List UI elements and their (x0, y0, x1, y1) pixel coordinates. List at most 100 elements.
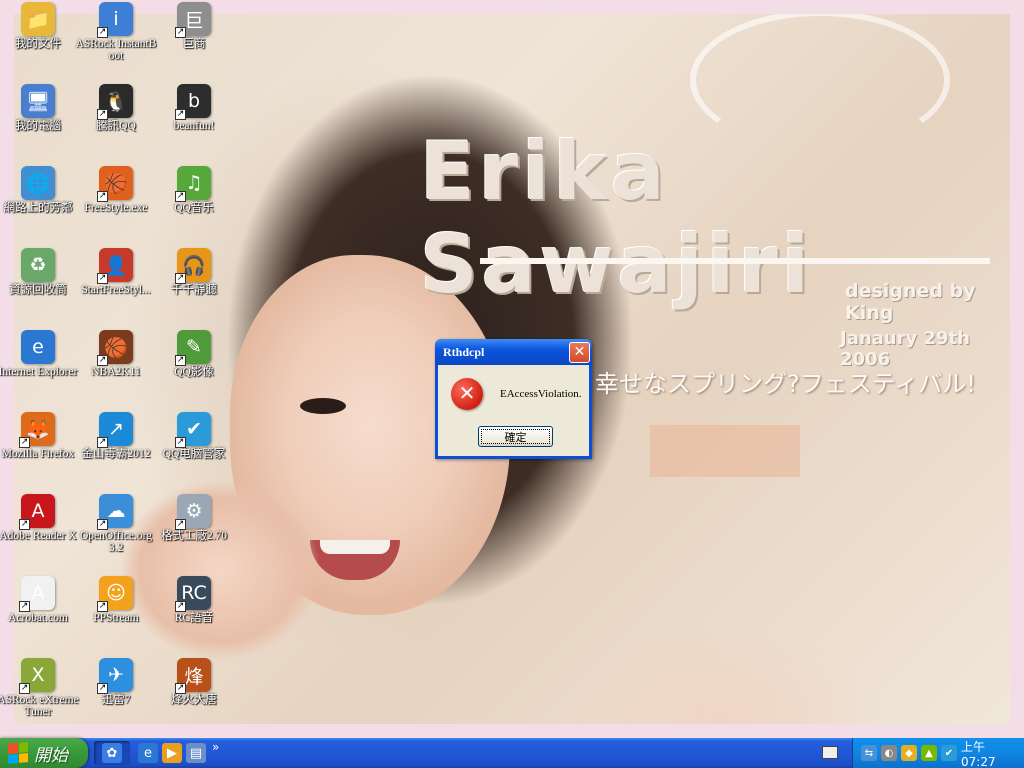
shortcut-arrow-icon: ↗ (19, 683, 30, 694)
desktop-icon[interactable]: 🏀 ↗ NBA2K11 (75, 330, 157, 378)
desktop-icon[interactable]: 🖥 我的電腦 (0, 84, 79, 132)
chevron-more-icon[interactable]: » (212, 740, 219, 754)
wallpaper-eye (300, 398, 346, 414)
shortcut-arrow-icon: ↗ (97, 519, 108, 530)
internet-explorer-quick-icon[interactable]: e (138, 743, 158, 763)
desktop-icon[interactable]: ♫ ↗ QQ音乐 (153, 166, 235, 214)
desktop-icon-label: 巨商 (182, 38, 206, 50)
shortcut-arrow-icon: ↗ (175, 109, 186, 120)
acrobat-com-icon: A ↗ (19, 576, 55, 612)
desktop-icon[interactable]: X ↗ ASRock eXtreme Tuner (0, 658, 79, 718)
show-desktop-icon[interactable]: ▤ (186, 743, 206, 763)
desktop-icon[interactable]: RC ↗ RC語音 (153, 576, 235, 624)
shortcut-arrow-icon: ↗ (19, 437, 30, 448)
basketball-icon: 🏀 ↗ (97, 166, 133, 202)
wallpaper-credit: designed by King (845, 280, 976, 324)
desktop-icon[interactable]: ⚙ ↗ 格式工廠2.70 (153, 494, 235, 542)
error-dialog[interactable]: Rthdcpl ✕ ✕ EAccessViolation. 確定 (435, 339, 592, 459)
desktop-icon[interactable]: ☺ ↗ PPStream (75, 576, 157, 624)
desktop-icon[interactable]: 🏀 ↗ FreeStyle.exe (75, 166, 157, 214)
shortcut-arrow-icon: ↗ (97, 355, 108, 366)
desktop-icon[interactable]: 巨 ↗ 巨商 (153, 2, 235, 50)
thunder-bird-icon: ✈ ↗ (97, 658, 133, 694)
nvidia-tray-icon[interactable]: ▲ (921, 745, 937, 761)
desktop[interactable]: Erika Sawajiri designed by King Janaury … (0, 0, 1024, 738)
qq-manager-tray-icon[interactable]: ✔ (941, 745, 957, 761)
rc-voice-icon: RC ↗ (175, 576, 211, 612)
windows-media-center-icon[interactable]: ✿ (102, 743, 122, 763)
shortcut-arrow-icon: ↗ (97, 437, 108, 448)
desktop-icon[interactable]: 🦊 ↗ Mozilla Firefox (0, 412, 79, 460)
desktop-icon-label: OpenOffice.org 3.2 (79, 530, 153, 554)
desktop-icon-label: NBA2K11 (91, 366, 141, 378)
start-button[interactable]: 開始 (0, 738, 88, 768)
desktop-icon-label: Adobe Reader X (0, 530, 77, 542)
security-shield-tray-icon[interactable]: ◆ (901, 745, 917, 761)
shortcut-arrow-icon: ↗ (175, 191, 186, 202)
dialog-title: Rthdcpl (443, 344, 485, 359)
desktop-icon-label: 資源回收筒 (9, 284, 67, 296)
ttplayer-icon: 🎧 ↗ (175, 248, 211, 284)
desktop-icon[interactable]: ✎ ↗ QQ影像 (153, 330, 235, 378)
desktop-icon[interactable]: 🎧 ↗ 千千靜聽 (153, 248, 235, 296)
qq-music-icon: ♫ ↗ (175, 166, 211, 202)
jushang-icon: 巨 ↗ (175, 2, 211, 38)
close-icon[interactable]: ✕ (569, 341, 590, 363)
desktop-icon[interactable]: ↗ ↗ 金山毒霸2012 (75, 412, 157, 460)
desktop-icon-label: Internet Explorer (0, 366, 78, 378)
shortcut-arrow-icon: ↗ (175, 437, 186, 448)
network-places-icon: 🌐 (21, 166, 55, 200)
shortcut-arrow-icon: ↗ (175, 683, 186, 694)
desktop-icon-label: 金山毒霸2012 (81, 448, 151, 460)
ok-button[interactable]: 確定 (478, 426, 553, 447)
desktop-icon[interactable]: e Internet Explorer (0, 330, 79, 378)
desktop-icon[interactable]: A ↗ Acrobat.com (0, 576, 79, 624)
my-documents-icon: 📁 (21, 2, 55, 36)
desktop-icon[interactable]: ♻ 資源回收筒 (0, 248, 79, 296)
network-tray-icon[interactable]: ⇆ (861, 745, 877, 761)
desktop-icon[interactable]: b ↗ beanfun! (153, 84, 235, 132)
desktop-icon[interactable]: ☁ ↗ OpenOffice.org 3.2 (75, 494, 157, 554)
desktop-icon[interactable]: A ↗ Adobe Reader X (0, 494, 79, 542)
windows-media-player-icon[interactable]: ▶ (162, 743, 182, 763)
desktop-icon[interactable]: 烽 ↗ 烽火大唐 (153, 658, 235, 706)
desktop-icon-label: ASRock eXtreme Tuner (0, 694, 79, 718)
shortcut-arrow-icon: ↗ (97, 601, 108, 612)
windows-logo-icon (8, 741, 28, 765)
nba2k11-icon: 🏀 ↗ (97, 330, 133, 366)
desktop-icon-label: 迅雷7 (101, 694, 131, 706)
openoffice-icon: ☁ ↗ (97, 494, 133, 530)
desktop-icon-label: QQ电脑管家 (162, 448, 226, 460)
desktop-icon-label: Acrobat.com (8, 612, 68, 624)
desktop-icon-label: Mozilla Firefox (1, 448, 75, 460)
asrock-tuner-icon: X ↗ (19, 658, 55, 694)
wallpaper-japanese-text: 幸せなスプリング?フェスティバル! (595, 370, 976, 398)
beanfun-icon: b ↗ (175, 84, 211, 120)
my-computer-icon: 🖥 (21, 84, 55, 118)
shortcut-arrow-icon: ↗ (97, 683, 108, 694)
desktop-icon[interactable]: i ↗ ASRock InstantBoot (75, 2, 157, 62)
volume-tray-icon[interactable]: ◐ (881, 745, 897, 761)
desktop-icon-label: 格式工廠2.70 (160, 530, 228, 542)
desktop-icon[interactable]: 🐧 ↗ 騰訊QQ (75, 84, 157, 132)
desktop-icon[interactable]: 📁 我的文件 (0, 2, 79, 50)
desktop-icon-label: RC語音 (174, 612, 214, 624)
shortcut-arrow-icon: ↗ (175, 519, 186, 530)
clock[interactable]: 上午 07:27 (961, 738, 1012, 768)
system-tray: ⇆ ◐ ◆ ▲ ✔ 上午 07:27 (852, 738, 1024, 768)
desktop-icon[interactable]: 🌐 網路上的芳鄰 (0, 166, 79, 214)
desktop-icon-label: FreeStyle.exe (84, 202, 148, 214)
dialog-titlebar[interactable]: Rthdcpl ✕ (435, 339, 592, 365)
desktop-icon-label: StartFreeStyl... (81, 284, 151, 296)
desktop-icon-label: beanfun! (173, 120, 215, 132)
desktop-icon-label: 我的文件 (15, 38, 61, 50)
shortcut-arrow-icon: ↗ (175, 355, 186, 366)
keyboard-icon[interactable] (822, 746, 838, 759)
shortcut-arrow-icon: ↗ (175, 27, 186, 38)
desktop-icon-label: ASRock InstantBoot (75, 38, 157, 62)
desktop-icon[interactable]: ✔ ↗ QQ电脑管家 (153, 412, 235, 460)
recycle-bin-icon: ♻ (21, 248, 55, 282)
desktop-icon[interactable]: ✈ ↗ 迅雷7 (75, 658, 157, 706)
error-icon: ✕ (451, 378, 483, 410)
desktop-icon[interactable]: 👤 ↗ StartFreeStyl... (75, 248, 157, 296)
